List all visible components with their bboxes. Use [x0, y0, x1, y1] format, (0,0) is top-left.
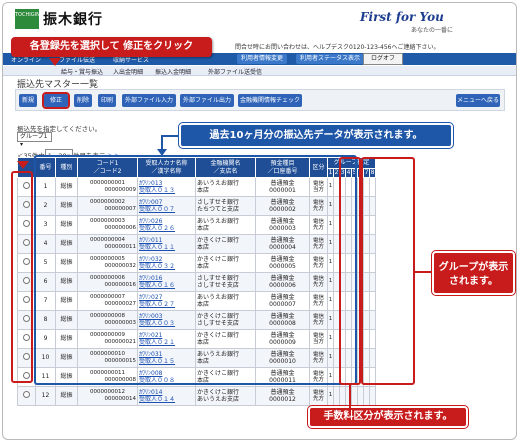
fee-callout: 手数料区分が表示されます。: [307, 405, 469, 429]
bank-info-check-button[interactable]: 金融機関情報チェック: [238, 94, 302, 107]
row-kind: 総振: [55, 386, 78, 406]
sub-nav-deposit[interactable]: 振込入金明細: [155, 67, 191, 76]
edit-button[interactable]: 修正: [42, 92, 70, 109]
row-fee: 電信先方: [309, 386, 328, 406]
fee-arrow-stem: [349, 385, 351, 415]
row-account-type: 普通預金: [270, 388, 295, 396]
back-to-menu-button[interactable]: メニューへ戻る: [456, 94, 500, 107]
external-file-output-button[interactable]: 外部ファイル出力: [180, 94, 234, 107]
history-arrow-icon: [157, 149, 167, 156]
user-status-button[interactable]: 利用者ステータス表示: [296, 54, 365, 64]
row-select-cell: [17, 386, 36, 406]
bank-logo: TOCHIGIN: [15, 9, 40, 29]
row-account-no: 0000012: [269, 396, 296, 403]
slogan: First for You: [360, 10, 444, 24]
history-data-highlight: [34, 155, 357, 385]
row-group-cell: [369, 386, 376, 406]
group-column-highlight: [361, 157, 415, 385]
screenshot-frame: TOCHIGIN 振木銀行 First for You あなたの一番に 問合せ時…: [2, 2, 517, 440]
table-row[interactable]: 12 総振 0000000012 000000014 ｶﾜﾘﾝ014 受取人０１４ かきくけ…: [17, 386, 376, 406]
delete-button[interactable]: 削除: [74, 94, 92, 107]
sub-nav-statement[interactable]: 入出金明細: [113, 67, 143, 76]
row-account: 普通預金 0000012: [255, 386, 310, 406]
row-code1: 0000000012: [90, 388, 125, 395]
row-bank: かきくけこ銀行 あいうえお支店: [195, 386, 256, 406]
bank-name: 振木銀行: [43, 12, 103, 28]
sub-nav: 給与・賞与振込 入出金明細 振込入金明細 外部ファイル送受信: [3, 66, 516, 76]
row-code2: 000000014: [104, 396, 137, 402]
row-payee-kanji[interactable]: 受取人０１４: [139, 396, 194, 404]
sub-nav-salary[interactable]: 給与・賞与振込: [61, 67, 103, 76]
arrow-to-edit-icon: [49, 58, 61, 66]
logout-button[interactable]: ログオフ: [363, 53, 403, 65]
toolbar: 新規 修正 削除 印刷 外部ファイル入力 外部ファイル出力 金融機関情報チェック…: [15, 89, 505, 111]
radio-column-highlight: [11, 171, 33, 383]
new-button[interactable]: 新規: [19, 94, 37, 107]
contact-text: 問合せ時にお問い合わせは、ヘルプデスク0120-123-456へご連絡下さい。: [235, 44, 440, 51]
logo-text: TOCHIGIN: [15, 12, 40, 18]
history-callout: 過去10ヶ月分の振込先データが表示されます。: [178, 122, 454, 149]
user-info-change-button[interactable]: 利用者情報変更: [237, 54, 288, 64]
group-arrow-line: [415, 271, 432, 273]
chevron-down-icon: ▾: [20, 141, 24, 148]
group-select[interactable]: グループ1 ▾: [17, 132, 52, 148]
row-number: 12: [35, 386, 56, 406]
select-edit-callout: 各登録先を選択して 修正をクリック: [11, 37, 212, 57]
arrow-to-radio-icon: [17, 161, 29, 169]
group-select-value: グループ1: [20, 133, 48, 140]
row-radio[interactable]: [23, 391, 30, 399]
row-payee-kana[interactable]: ｶﾜﾘﾝ014: [139, 389, 194, 397]
history-arrow-stem: [161, 135, 163, 150]
print-button[interactable]: 印刷: [98, 94, 116, 107]
group-callout: グループが表示されます。: [431, 250, 516, 296]
row-branch-name: あいうえお支店: [197, 396, 240, 403]
external-file-input-button[interactable]: 外部ファイル入力: [122, 94, 176, 107]
sub-nav-external-file[interactable]: 外部ファイル送受信: [208, 67, 262, 76]
tagline: あなたの一番に: [411, 27, 454, 34]
row-payee: ｶﾜﾘﾝ014 受取人０１４: [137, 386, 196, 406]
history-arrow-line: [161, 135, 179, 137]
fee-column-highlight: [339, 157, 361, 385]
row-bank-name: かきくけこ銀行: [197, 388, 240, 396]
row-code: 0000000012 000000014: [77, 386, 138, 406]
